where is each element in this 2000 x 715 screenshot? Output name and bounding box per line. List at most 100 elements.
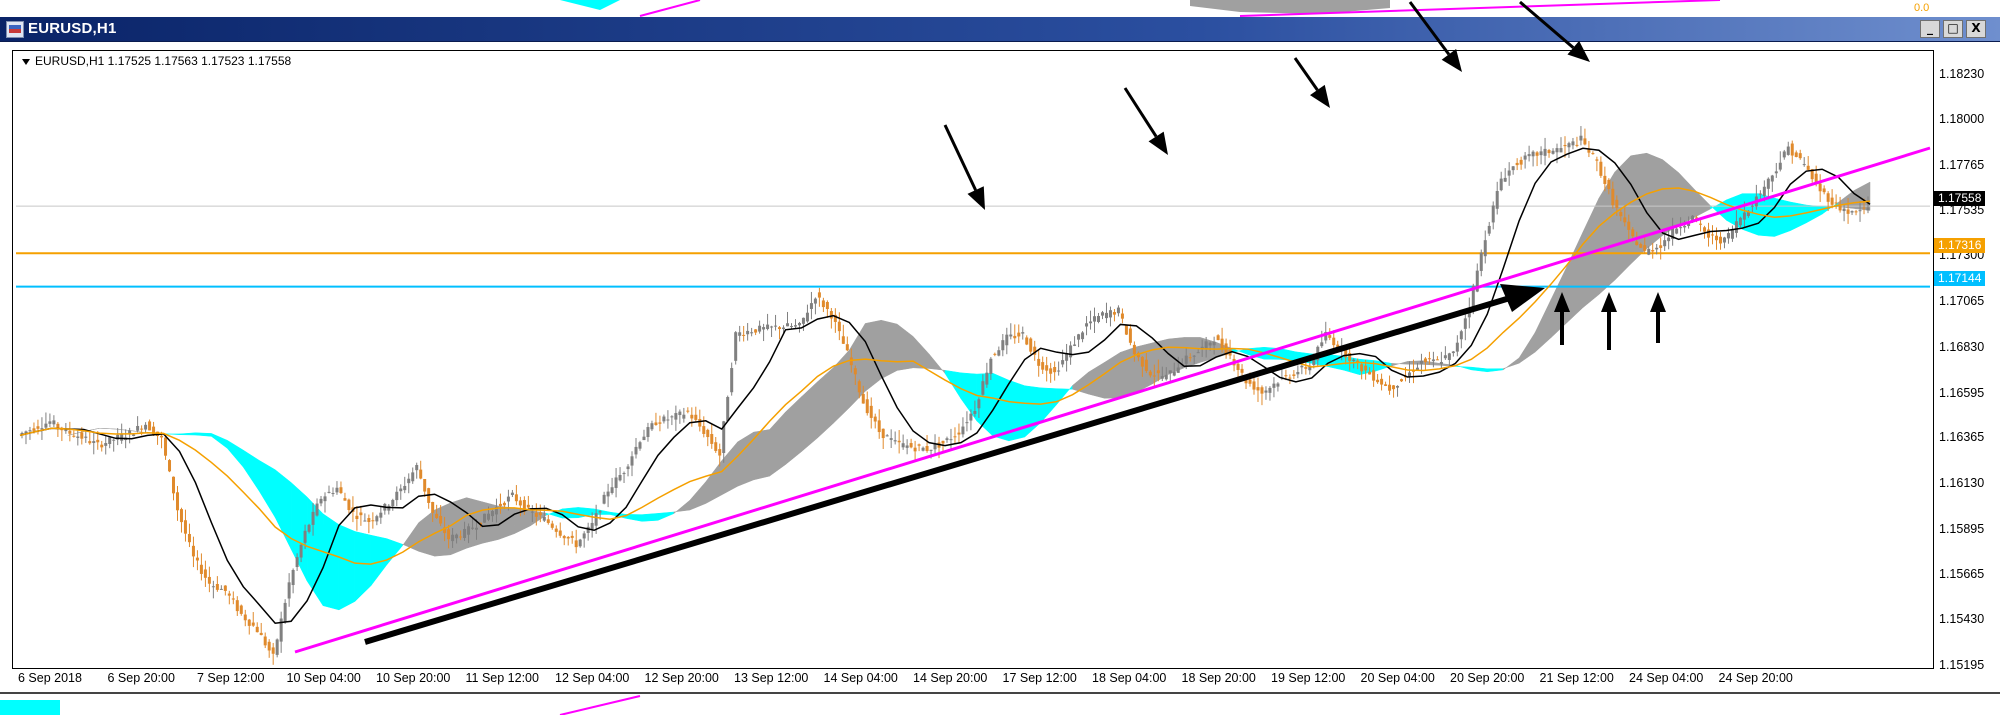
candle-body	[1029, 338, 1033, 352]
orange-level-label: 1.17316	[1934, 238, 1986, 253]
candle-body	[275, 639, 279, 655]
candle-body	[510, 492, 514, 495]
candle-body	[678, 411, 682, 416]
candle-body	[805, 312, 809, 322]
time-tick-label: 17 Sep 12:00	[1002, 671, 1077, 685]
candle-body	[817, 292, 821, 298]
candle-body	[1822, 188, 1826, 193]
price-tick-label: 1.15665	[1939, 566, 1985, 581]
candle-body	[287, 582, 291, 599]
candle-body	[335, 487, 339, 493]
time-tick-label: 13 Sep 12:00	[734, 671, 809, 685]
candle-body	[1762, 186, 1766, 196]
candle-body	[498, 503, 502, 506]
time-tick-label: 24 Sep 04:00	[1629, 671, 1704, 685]
candle-body	[1104, 312, 1108, 319]
time-tick-label: 10 Sep 20:00	[376, 671, 451, 685]
candle-body	[56, 423, 60, 428]
candle-body	[1328, 335, 1332, 338]
candle-body	[638, 442, 642, 449]
candle-body	[1619, 212, 1623, 217]
candle-body	[76, 436, 80, 438]
candle-body	[1236, 363, 1240, 371]
candle-body	[148, 421, 152, 431]
time-axis[interactable]: 6 Sep 2018 6 Sep 20:00 7 Sep 12:00 10 Sep 0…	[0, 668, 2000, 690]
candle-body	[730, 368, 734, 393]
candle-body	[1081, 332, 1085, 340]
candle-body	[1148, 371, 1152, 376]
candle-body	[857, 381, 861, 393]
candle-body	[1120, 313, 1124, 319]
candle-body	[666, 419, 670, 421]
candle-body	[44, 423, 48, 428]
candle-body	[379, 512, 383, 518]
candle-body	[650, 423, 654, 430]
ichimoku-cloud-segment	[1104, 351, 1121, 399]
candle-body	[1515, 162, 1519, 166]
candle-body	[371, 520, 375, 522]
candle-body	[905, 445, 909, 448]
ichimoku-cloud-segment	[338, 524, 356, 611]
candle-body	[1455, 342, 1459, 352]
candle-body	[853, 368, 857, 375]
candle-body	[175, 492, 179, 511]
candle-body	[626, 466, 630, 470]
candle-body	[981, 381, 985, 395]
candle-body	[100, 444, 104, 448]
candle-body	[1703, 227, 1707, 232]
candle-body	[1108, 310, 1112, 318]
down-arrow-shaft	[943, 124, 977, 191]
candle-body	[1069, 345, 1073, 358]
candle-body	[1802, 164, 1806, 166]
ichimoku-cloud-segment	[258, 459, 276, 519]
price-axis[interactable]: 1.18230 1.18000 1.17765 1.17535 1.17300 1.170…	[1934, 50, 2000, 690]
candle-body	[1603, 175, 1607, 184]
candle-body	[630, 456, 634, 466]
candle-body	[291, 569, 295, 586]
candle-body	[327, 491, 331, 493]
candle-body	[1376, 379, 1380, 383]
candle-body	[1818, 183, 1822, 192]
candle-body	[1419, 360, 1423, 364]
candle-body	[682, 414, 686, 419]
down-arrow-shaft	[1408, 1, 1451, 56]
candle-body	[766, 324, 770, 329]
candle-body	[339, 487, 343, 493]
candle-body	[1786, 146, 1790, 155]
candle-body	[642, 436, 646, 441]
candle-body	[1423, 358, 1427, 363]
candle-body	[215, 583, 219, 590]
down-arrow-shaft	[1293, 57, 1319, 91]
time-tick-label: 7 Sep 12:00	[197, 671, 265, 685]
candle-body	[1352, 359, 1356, 361]
price-chart[interactable]	[0, 0, 2000, 713]
ichimoku-cloud-segment	[865, 319, 882, 392]
candle-body	[267, 641, 271, 651]
candle-body	[307, 524, 311, 532]
candle-body	[734, 332, 738, 361]
candle-body	[1256, 387, 1260, 391]
candle-body	[271, 647, 275, 654]
candle-body	[1647, 248, 1651, 255]
candle-body	[778, 327, 782, 330]
candle-body	[183, 520, 187, 534]
candle-body	[1774, 171, 1778, 174]
ichimoku-cloud-segment	[737, 431, 754, 487]
candle-body	[786, 323, 790, 327]
candle-body	[52, 420, 56, 425]
candle-body	[793, 325, 797, 327]
candle-body	[1427, 358, 1431, 360]
candle-body	[1758, 193, 1762, 195]
ichimoku-cloud-segment	[1486, 368, 1504, 373]
candle-body	[1814, 173, 1818, 183]
candle-body	[1057, 370, 1061, 372]
candle-body	[702, 426, 706, 434]
candle-body	[1575, 144, 1579, 146]
time-tick-label: 11 Sep 12:00	[465, 671, 539, 685]
candle-body	[610, 487, 614, 494]
candle-body	[315, 503, 319, 516]
chevron-down-icon[interactable]	[22, 58, 30, 65]
candle-body	[303, 530, 307, 543]
candle-body	[112, 439, 116, 441]
candle-body	[1858, 210, 1862, 212]
